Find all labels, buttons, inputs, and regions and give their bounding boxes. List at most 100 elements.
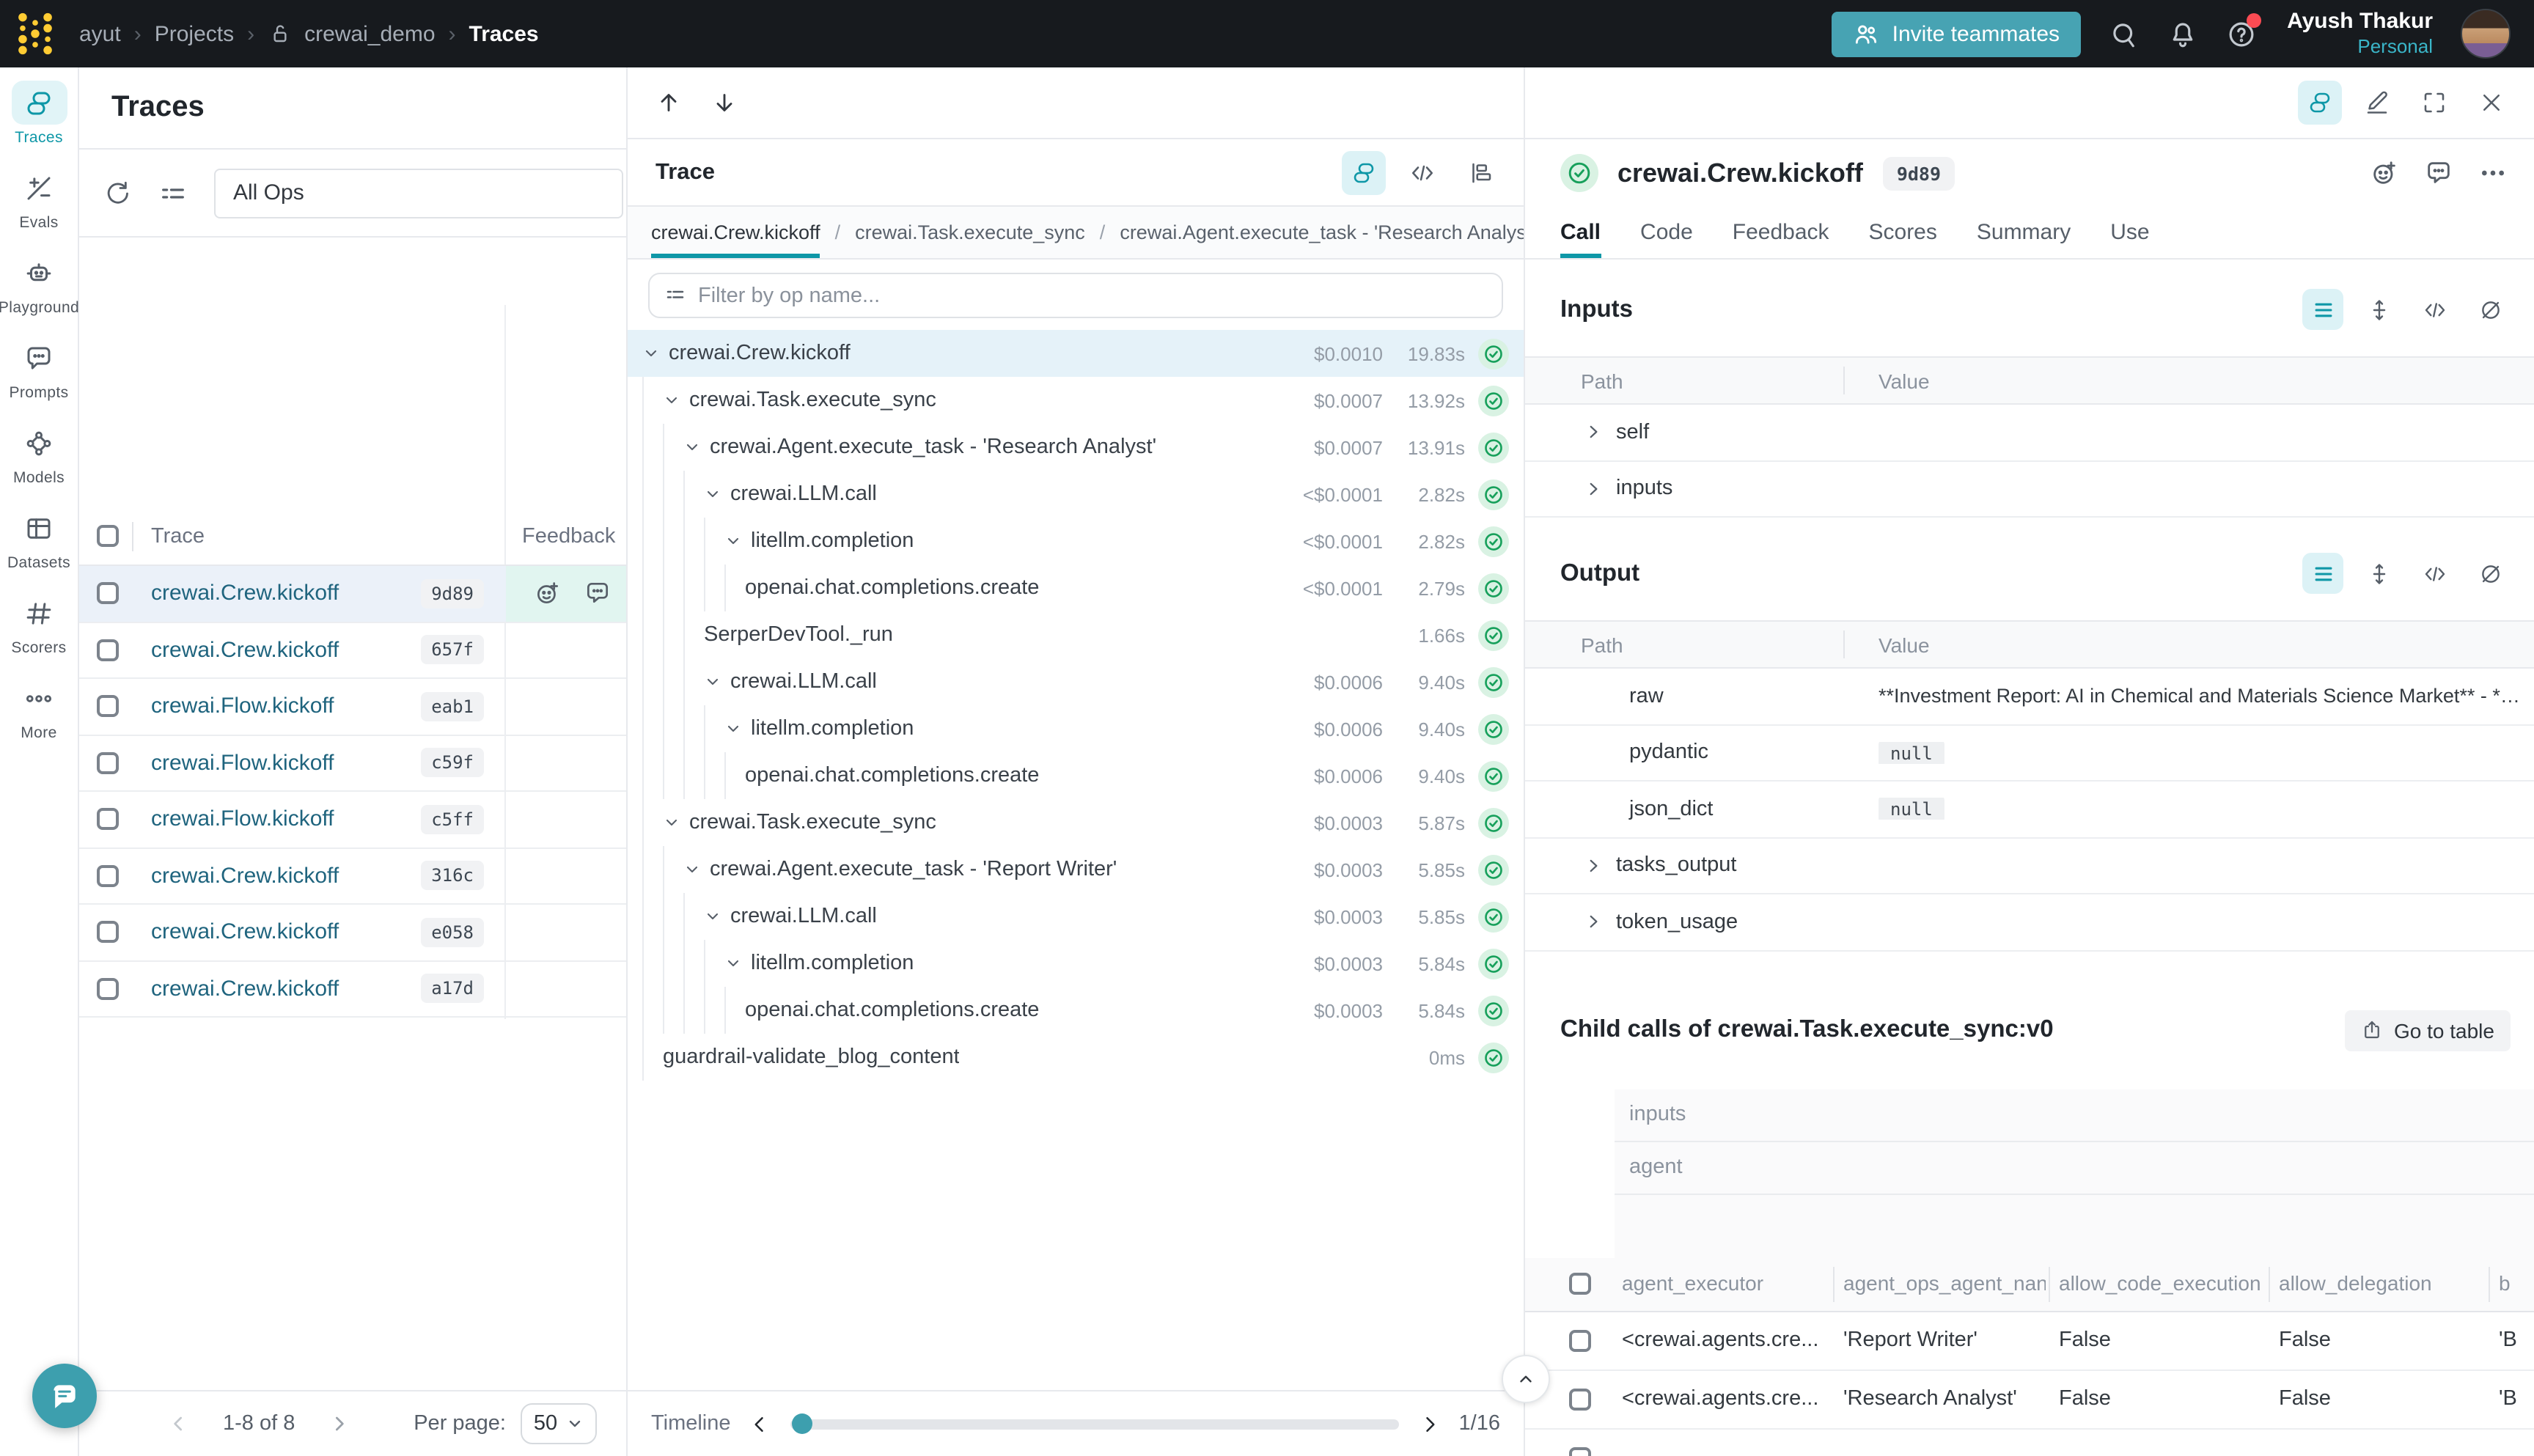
code-view-icon[interactable]: [1400, 150, 1444, 194]
row-checkbox[interactable]: [97, 978, 119, 1000]
column-header[interactable]: agent_executor: [1622, 1271, 1830, 1294]
select-all-checkbox[interactable]: [97, 525, 119, 547]
column-header[interactable]: allow_delegation: [2279, 1271, 2484, 1294]
tree-node[interactable]: crewai.Crew.kickoff $0.0010 19.83s: [628, 330, 1524, 377]
sidebar-item-scorers[interactable]: Scorers: [11, 591, 67, 657]
kv-row[interactable]: self: [1525, 405, 2534, 461]
list-view-icon[interactable]: [2302, 553, 2343, 594]
ops-filter-select[interactable]: All Ops: [214, 168, 623, 218]
breadcrumb-project[interactable]: crewai_demo: [304, 21, 435, 46]
feedback-cell[interactable]: [506, 905, 626, 960]
trace-row[interactable]: crewai.Crew.kickoff a17d: [79, 961, 626, 1018]
add-reaction-icon[interactable]: [2370, 158, 2399, 188]
breadcrumb-entity[interactable]: ayut: [79, 21, 121, 46]
tree-node[interactable]: crewai.Agent.execute_task - 'Report Writ…: [628, 846, 1524, 893]
call-crumb-tab[interactable]: crewai.Task.execute_sync: [855, 207, 1085, 258]
feedback-cell[interactable]: [506, 679, 626, 734]
sidebar-item-traces[interactable]: Traces: [11, 81, 67, 147]
trace-link[interactable]: crewai.Crew.kickoff: [151, 920, 339, 945]
trace-column-header[interactable]: Trace: [151, 524, 205, 548]
trace-row[interactable]: crewai.Flow.kickoff c5ff: [79, 792, 626, 848]
tree-node[interactable]: crewai.Task.execute_sync $0.0007 13.92s: [628, 377, 1524, 424]
code-view-icon[interactable]: [2414, 289, 2455, 330]
chevron-down-icon[interactable]: [663, 814, 680, 831]
kv-row[interactable]: token_usage: [1525, 894, 2534, 951]
user-menu[interactable]: Ayush Thakur Personal: [2287, 9, 2433, 58]
chevron-right-icon[interactable]: [1584, 856, 1603, 875]
tree-view-icon[interactable]: [2298, 81, 2342, 125]
tree-node[interactable]: openai.chat.completions.create $0.0003 5…: [628, 987, 1524, 1034]
row-checkbox[interactable]: [97, 752, 119, 774]
timeline-prev-icon[interactable]: [750, 1413, 772, 1435]
comment-icon[interactable]: [584, 580, 612, 608]
help-icon[interactable]: [2225, 18, 2256, 49]
avatar[interactable]: [2461, 9, 2511, 59]
breadcrumb-page[interactable]: Traces: [469, 21, 539, 46]
timeline-handle[interactable]: [793, 1413, 813, 1433]
row-checkbox[interactable]: [97, 583, 119, 605]
trace-row[interactable]: crewai.Crew.kickoff 316c: [79, 848, 626, 905]
collapse-timeline-button[interactable]: [1502, 1355, 1550, 1403]
call-crumb-tab[interactable]: crewai.Agent.execute_task - 'Research An…: [1120, 207, 1524, 258]
op-filter-input[interactable]: [698, 284, 1487, 307]
tree-view-icon[interactable]: [1342, 150, 1386, 194]
tree-node[interactable]: crewai.LLM.call $0.0006 9.40s: [628, 658, 1524, 705]
trace-link[interactable]: crewai.Crew.kickoff: [151, 864, 339, 889]
tree-node[interactable]: crewai.LLM.call $0.0003 5.85s: [628, 893, 1524, 940]
row-checkbox[interactable]: [97, 865, 119, 887]
search-icon[interactable]: [2108, 18, 2139, 49]
trace-row[interactable]: crewai.Flow.kickoff c59f: [79, 735, 626, 792]
tree-node[interactable]: litellm.completion <$0.0001 2.82s: [628, 518, 1524, 565]
kv-row[interactable]: pydanticnull: [1525, 725, 2534, 782]
chevron-down-icon[interactable]: [704, 908, 721, 925]
chevron-right-icon[interactable]: [1584, 479, 1603, 499]
tree-node[interactable]: openai.chat.completions.create <$0.0001 …: [628, 565, 1524, 611]
breadcrumb-projects[interactable]: Projects: [155, 21, 234, 46]
tab-summary[interactable]: Summary: [1977, 207, 2071, 258]
column-header[interactable]: agent_ops_agent_nan: [1843, 1271, 2046, 1294]
trace-row[interactable]: crewai.Crew.kickoff 657f: [79, 622, 626, 679]
prev-call-icon[interactable]: [655, 89, 682, 116]
chevron-down-icon[interactable]: [724, 955, 742, 972]
tree-node[interactable]: crewai.LLM.call <$0.0001 2.82s: [628, 471, 1524, 518]
trace-link[interactable]: crewai.Crew.kickoff: [151, 638, 339, 663]
chat-widget-button[interactable]: [32, 1364, 97, 1428]
sidebar-item-more[interactable]: More: [11, 676, 67, 742]
sidebar-item-playground[interactable]: Playground: [0, 251, 79, 317]
feedback-cell[interactable]: [506, 735, 626, 790]
wandb-logo-icon[interactable]: [15, 10, 56, 57]
feedback-cell[interactable]: [506, 792, 626, 847]
column-header[interactable]: b: [2499, 1271, 2534, 1294]
hide-icon[interactable]: [2469, 553, 2511, 594]
chevron-down-icon[interactable]: [724, 720, 742, 738]
per-page-select[interactable]: 50: [521, 1403, 597, 1444]
child-call-row[interactable]: <crewai.agents.cre...'Research Analyst'F…: [1525, 1370, 2534, 1429]
prev-page-icon[interactable]: [167, 1412, 191, 1435]
tab-scores[interactable]: Scores: [1869, 207, 1937, 258]
expand-rows-icon[interactable]: [2358, 553, 2399, 594]
feedback-cell[interactable]: [506, 848, 626, 903]
comment-icon[interactable]: [2424, 158, 2453, 188]
row-checkbox[interactable]: [1569, 1388, 1591, 1410]
list-view-icon[interactable]: [2302, 289, 2343, 330]
chevron-right-icon[interactable]: [1584, 913, 1603, 932]
hide-icon[interactable]: [2469, 289, 2511, 330]
trace-row[interactable]: crewai.Crew.kickoff e058: [79, 905, 626, 961]
timeline-slider[interactable]: [791, 1419, 1399, 1429]
bell-icon[interactable]: [2167, 18, 2197, 49]
chevron-down-icon[interactable]: [704, 673, 721, 691]
chevron-down-icon[interactable]: [642, 345, 660, 362]
tab-use[interactable]: Use: [2110, 207, 2149, 258]
chevron-down-icon[interactable]: [663, 391, 680, 409]
next-call-icon[interactable]: [711, 89, 738, 116]
code-view-icon[interactable]: [2414, 553, 2455, 594]
flame-view-icon[interactable]: [1459, 150, 1503, 194]
trace-link[interactable]: crewai.Crew.kickoff: [151, 977, 339, 1001]
feedback-column-header[interactable]: Feedback: [522, 524, 615, 548]
kv-row[interactable]: tasks_output: [1525, 838, 2534, 894]
sidebar-item-models[interactable]: Models: [11, 421, 67, 487]
trace-link[interactable]: crewai.Flow.kickoff: [151, 807, 334, 832]
tab-code[interactable]: Code: [1640, 207, 1693, 258]
row-checkbox[interactable]: [97, 809, 119, 831]
kv-row[interactable]: inputs: [1525, 461, 2534, 518]
